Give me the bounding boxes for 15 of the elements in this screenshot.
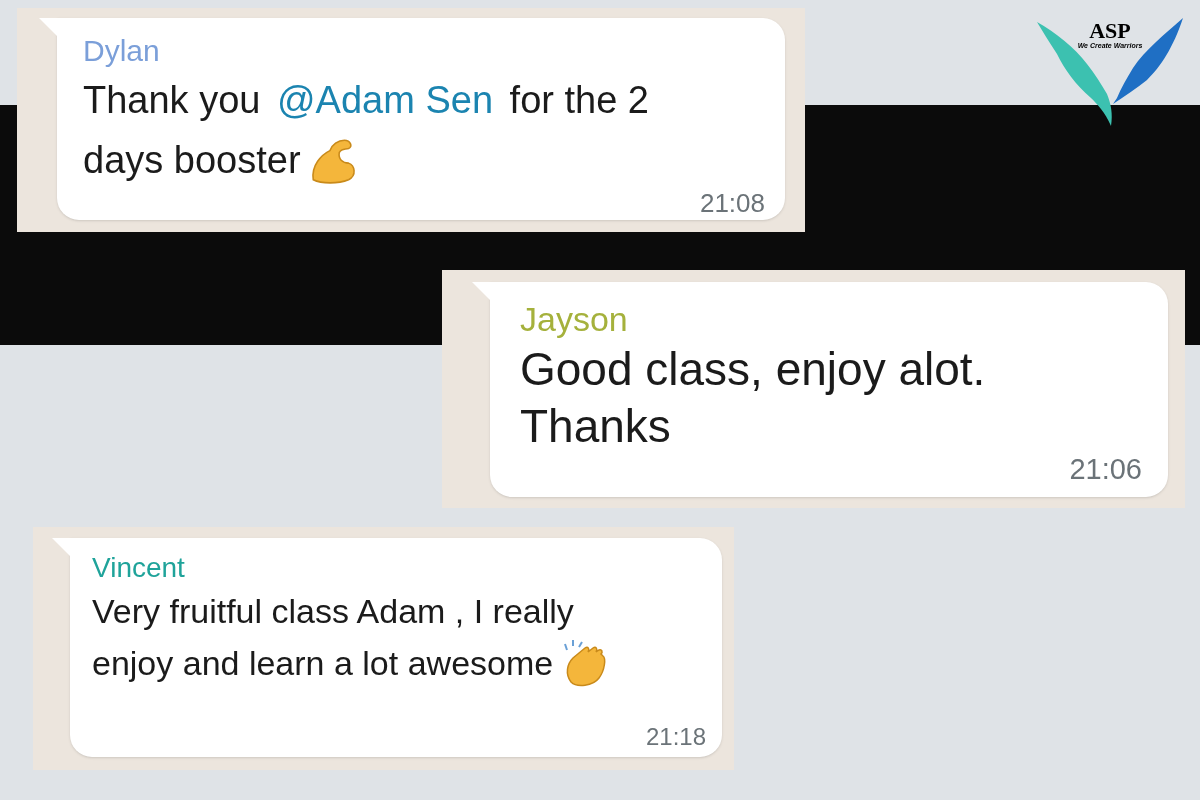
message-text: Very fruitful class Adam , I really [92, 591, 574, 632]
sender-name: Vincent [92, 551, 186, 585]
message-text: Thanks [520, 398, 671, 454]
message-time: 21:06 [1069, 454, 1142, 484]
sender-name: Jayson [520, 299, 629, 340]
message-text: days booster [83, 137, 301, 183]
message-time: 21:18 [645, 725, 706, 749]
mention-link[interactable]: @Adam Sen [277, 69, 493, 130]
message-text: Good class, enjoy alot. [520, 341, 986, 397]
logo-title: ASP [1089, 20, 1131, 42]
message-text: enjoy and learn a lot awesome [92, 643, 554, 684]
message-text: for the 2 [508, 77, 649, 123]
message-time: 21:08 [699, 189, 765, 216]
message-text: Thank you [83, 77, 262, 123]
sender-name: Dylan [83, 33, 161, 69]
